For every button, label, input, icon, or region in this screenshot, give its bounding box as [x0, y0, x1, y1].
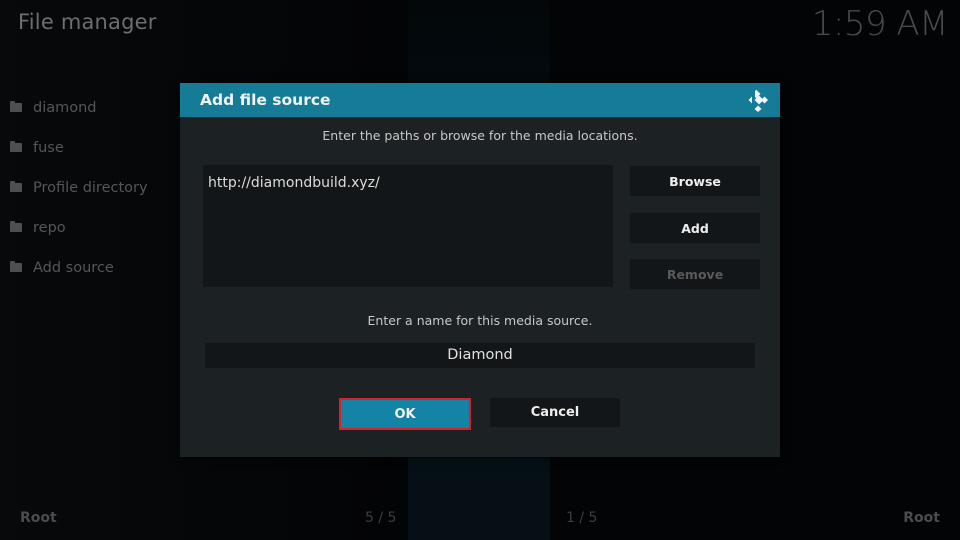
kodi-logo-icon: [748, 89, 768, 112]
dialog-title: Add file source: [200, 91, 331, 109]
footer-left-path: Root: [20, 510, 57, 526]
folder-icon: [10, 220, 22, 232]
clock: 1:59 AM: [811, 4, 949, 44]
source-item-label: diamond: [33, 100, 97, 116]
source-name-input[interactable]: Diamond: [205, 343, 755, 368]
folder-icon: [10, 260, 22, 272]
paths-list[interactable]: http://diamondbuild.xyz/: [203, 165, 613, 287]
folder-icon: [10, 140, 22, 152]
footer-right-count: 1 / 5: [566, 510, 598, 526]
source-list: diamond fuse Profile directory repo Add …: [10, 88, 148, 288]
path-item[interactable]: http://diamondbuild.xyz/: [208, 175, 608, 191]
ok-button[interactable]: OK: [339, 398, 471, 430]
footer-right-path: Root: [903, 510, 940, 526]
folder-icon: [10, 100, 22, 112]
source-item-fuse[interactable]: fuse: [10, 128, 148, 168]
footer-left-count: 5 / 5: [365, 510, 397, 526]
source-item-add-source[interactable]: Add source: [10, 248, 148, 288]
dialog-header: Add file source: [180, 83, 780, 117]
add-button[interactable]: Add: [630, 213, 760, 243]
source-item-profile-directory[interactable]: Profile directory: [10, 168, 148, 208]
source-item-repo[interactable]: repo: [10, 208, 148, 248]
browse-button[interactable]: Browse: [630, 166, 760, 196]
remove-button[interactable]: Remove: [630, 259, 760, 289]
folder-icon: [10, 180, 22, 192]
page-title: File manager: [18, 10, 157, 34]
paths-instruction: Enter the paths or browse for the media …: [322, 128, 638, 143]
source-item-label: fuse: [33, 140, 64, 156]
source-item-label: repo: [33, 220, 66, 236]
source-item-diamond[interactable]: diamond: [10, 88, 148, 128]
source-item-label: Add source: [33, 260, 114, 276]
cancel-button[interactable]: Cancel: [490, 398, 620, 427]
add-file-source-dialog: Add file source Enter the paths or brows…: [180, 83, 780, 457]
source-item-label: Profile directory: [33, 180, 148, 196]
name-instruction: Enter a name for this media source.: [367, 313, 593, 328]
footer: Root 5 / 5 1 / 5 Root: [0, 510, 960, 532]
